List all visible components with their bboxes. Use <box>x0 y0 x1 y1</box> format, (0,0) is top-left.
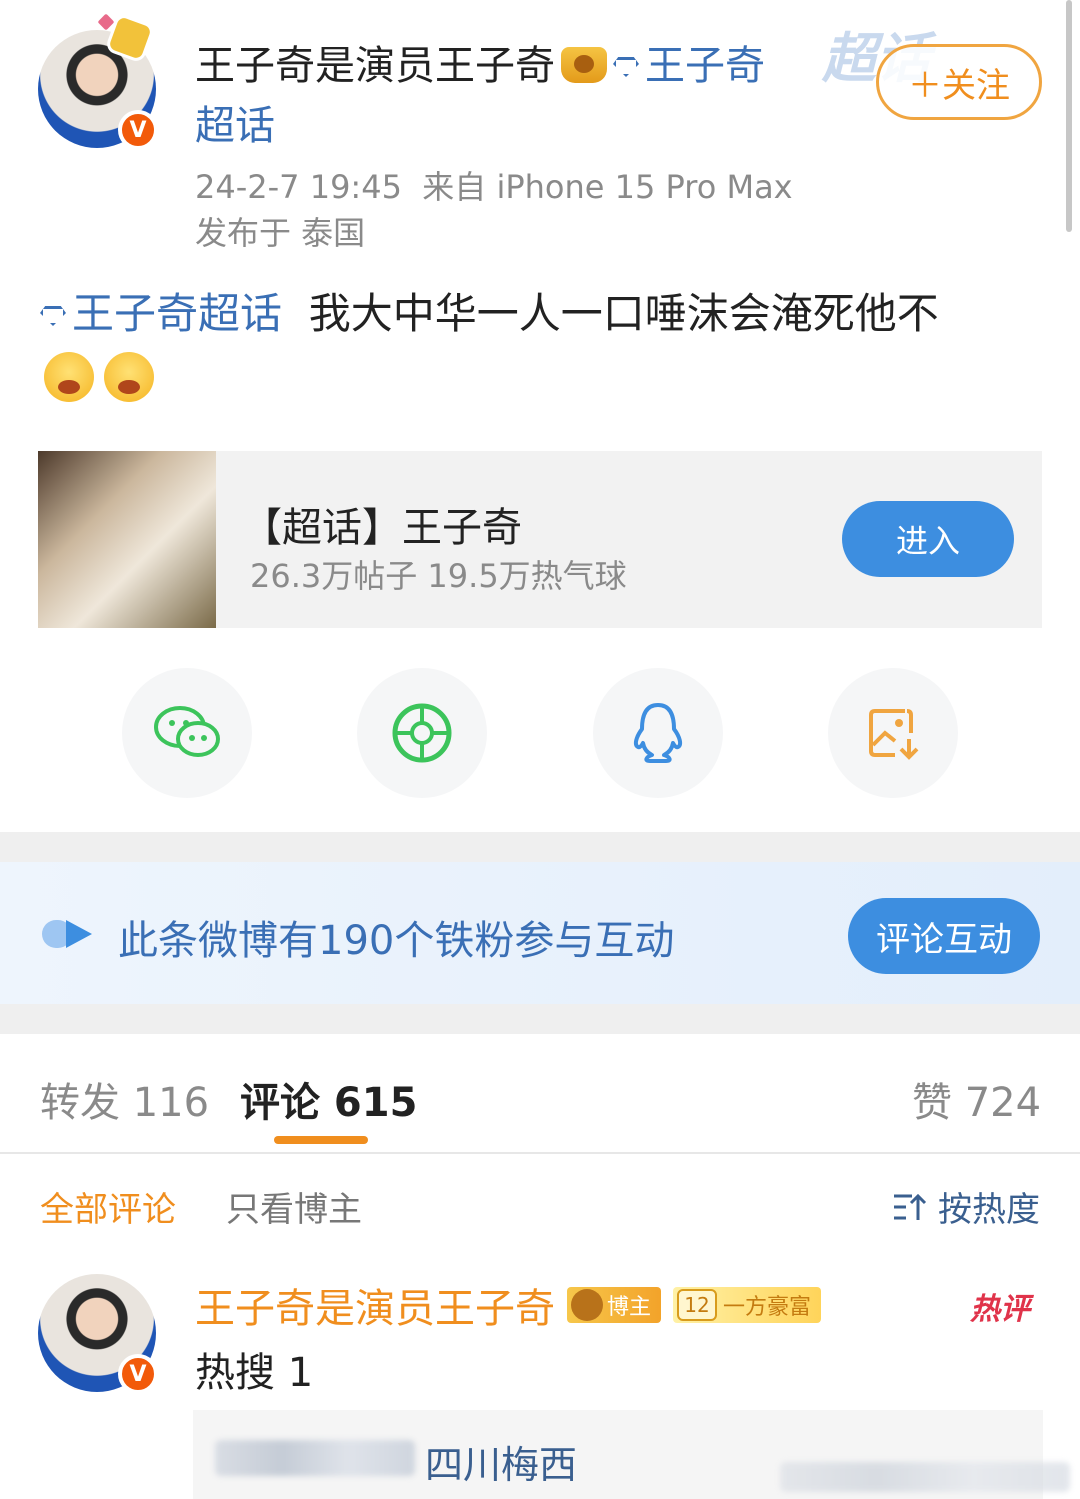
topic-card-title: 【超话】王子奇 <box>242 505 522 551</box>
section-separator <box>0 1004 1080 1034</box>
comment-interact-button[interactable]: 评论互动 <box>848 898 1040 974</box>
share-moments-button[interactable] <box>357 668 487 798</box>
comment-text: 热搜 1 <box>195 1350 314 1396</box>
fans-banner: 此条微博有190个铁粉参与互动 评论互动 <box>0 862 1080 1004</box>
post-author-name[interactable]: 王子奇是演员王子奇 <box>195 43 555 89</box>
comment-author-line: 王子奇是演员王子奇 博主 12 一方豪富 <box>195 1276 822 1334</box>
share-save-image-button[interactable] <box>828 668 958 798</box>
filter-author-only[interactable]: 只看博主 <box>226 1182 362 1231</box>
verified-badge-icon: V <box>118 1354 158 1394</box>
scrollbar[interactable] <box>1066 0 1072 232</box>
blurred-overlay <box>780 1462 1070 1492</box>
sort-label: 按热度 <box>938 1190 1040 1230</box>
post-timestamp: 24-2-7 19:45 <box>195 168 402 206</box>
topic-diamond-icon <box>613 57 639 77</box>
filter-all-comments[interactable]: 全部评论 <box>40 1182 176 1231</box>
author-badge-label: 博主 <box>607 1295 652 1320</box>
section-separator <box>0 832 1080 862</box>
crown-badge-icon <box>561 47 607 83</box>
topic-card-stats: 26.3万帖子 19.5万热气球 <box>250 557 627 595</box>
angry-emoji-icon <box>104 352 154 402</box>
moments-icon <box>392 703 452 763</box>
post-author-line: 王子奇是演员王子奇 王子奇 <box>195 40 765 92</box>
divider <box>0 1152 1080 1154</box>
sort-by-hot-button[interactable]: 按热度 <box>892 1182 1040 1231</box>
topic-diamond-icon <box>40 306 66 326</box>
wechat-icon <box>154 706 220 757</box>
tab-active-indicator <box>274 1136 368 1144</box>
post-source: 来自 iPhone 15 Pro Max <box>422 168 793 206</box>
tab-repost[interactable]: 转发 116 <box>40 1070 209 1128</box>
angry-emoji-icon <box>44 352 94 402</box>
follow-button[interactable]: ＋关注 <box>876 44 1042 120</box>
topic-link[interactable]: 王子奇 <box>645 43 765 89</box>
fan-level-number: 12 <box>677 1289 718 1321</box>
verified-badge-icon: V <box>118 110 158 150</box>
author-badge: 博主 <box>567 1287 662 1323</box>
post-meta-line: 24-2-7 19:45 来自 iPhone 15 Pro Max <box>195 162 793 208</box>
hot-comment-tag: 热评 <box>970 1292 1030 1327</box>
post-location: 发布于 泰国 <box>195 214 366 252</box>
author-avatar[interactable]: V <box>38 12 158 150</box>
tab-like[interactable]: 赞 724 <box>912 1070 1041 1128</box>
blurred-username <box>215 1440 415 1476</box>
post-body: 我大中华一人一口唾沫会淹死他不 <box>308 289 939 338</box>
comment-author-name[interactable]: 王子奇是演员王子奇 <box>195 1276 555 1334</box>
save-image-icon <box>869 709 919 760</box>
topic-thumbnail <box>38 451 216 628</box>
post-topic-link[interactable]: 王子奇超话 <box>72 289 282 338</box>
enter-topic-button[interactable]: 进入 <box>842 501 1014 577</box>
comment-author-avatar[interactable]: V <box>38 1274 158 1394</box>
fan-level-badge: 12 一方豪富 <box>673 1287 822 1323</box>
post-text: 王子奇超话 我大中华一人一口唾沫会淹死他不 <box>40 284 939 344</box>
fan-level-text: 一方豪富 <box>723 1295 812 1320</box>
sort-icon <box>894 1193 927 1220</box>
fans-toggle-icon <box>42 920 92 948</box>
share-wechat-button[interactable] <box>122 668 252 798</box>
topic-card[interactable]: 【超话】王子奇 26.3万帖子 19.5万热气球 进入 <box>38 451 1042 628</box>
share-qq-button[interactable] <box>593 668 723 798</box>
fans-banner-text: 此条微博有190个铁粉参与互动 <box>118 918 675 964</box>
reply-text: 四川梅西 <box>425 1443 578 1487</box>
qq-icon <box>633 703 683 763</box>
topic-link-suffix[interactable]: 超话 <box>195 100 275 152</box>
post-emojis <box>44 352 154 402</box>
tab-comment[interactable]: 评论 615 <box>240 1070 417 1128</box>
